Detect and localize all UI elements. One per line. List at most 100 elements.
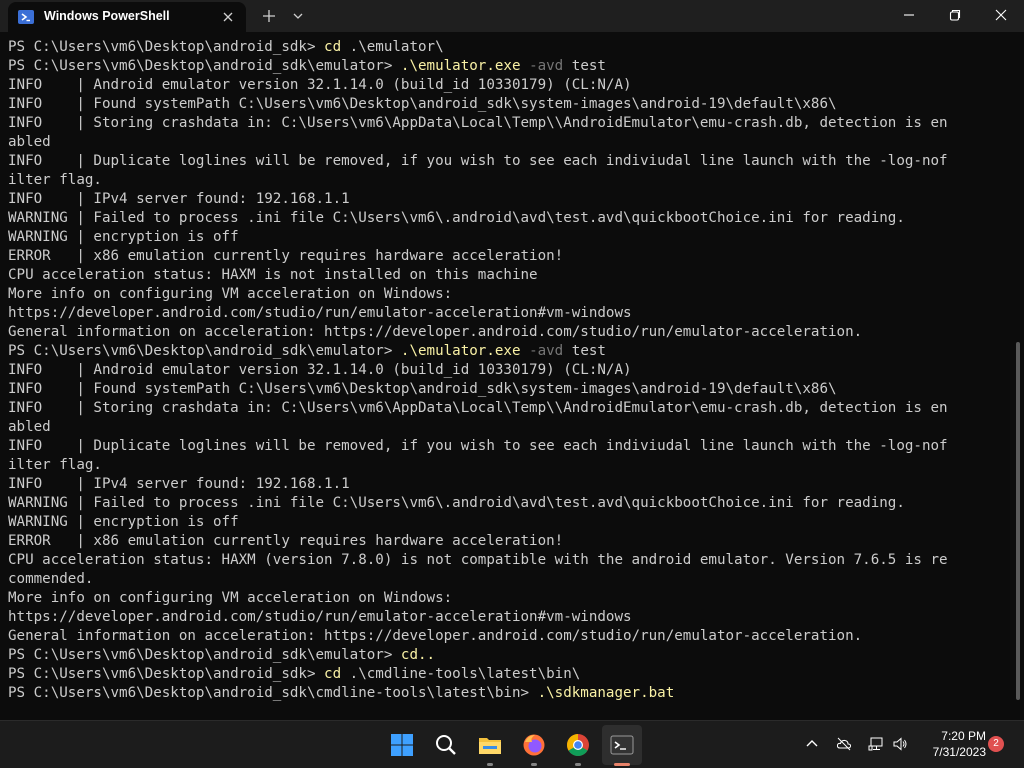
- terminal-active-indicator: [614, 763, 630, 766]
- start-button[interactable]: [382, 725, 422, 765]
- onedrive-icon[interactable]: [836, 736, 852, 752]
- output-text: General information on acceleration: htt…: [8, 628, 863, 644]
- terminal-line: INFO | IPv4 server found: 192.168.1.1: [8, 190, 350, 209]
- terminal-line: PS C:\Users\vm6\Desktop\android_sdk\emul…: [8, 57, 606, 76]
- chevron-down-icon[interactable]: [292, 10, 304, 22]
- output-text: ERROR | x86 emulation currently requires…: [8, 533, 564, 549]
- output-text: INFO | Android emulator version 32.1.14.…: [8, 362, 632, 378]
- new-tab-icon[interactable]: [262, 9, 276, 23]
- output-text: INFO | IPv4 server found: 192.168.1.1: [8, 476, 350, 492]
- parameter-text: -avd: [529, 58, 564, 74]
- output-text: ilter flag.: [8, 457, 102, 473]
- system-clock[interactable]: 7:20 PM 7/31/2023: [916, 728, 986, 760]
- chevron-up-icon[interactable]: [804, 736, 820, 752]
- command-text: cd: [324, 666, 342, 682]
- command-text: .\emulator.exe: [400, 343, 521, 359]
- output-text: PS C:\Users\vm6\Desktop\android_sdk\emul…: [8, 647, 401, 663]
- terminal-line: PS C:\Users\vm6\Desktop\android_sdk\emul…: [8, 342, 606, 361]
- terminal-line: PS C:\Users\vm6\Desktop\android_sdk\cmdl…: [8, 684, 674, 703]
- parameter-text: -avd: [529, 343, 564, 359]
- output-text: ERROR | x86 emulation currently requires…: [8, 248, 564, 264]
- terminal-line: INFO | Android emulator version 32.1.14.…: [8, 361, 632, 380]
- output-text: abled: [8, 134, 51, 150]
- terminal-line: ilter flag.: [8, 456, 102, 475]
- command-text: cd: [324, 39, 342, 55]
- output-text: INFO | Duplicate loglines will be remove…: [8, 153, 948, 169]
- terminal-line: More info on configuring VM acceleration…: [8, 589, 452, 608]
- terminal-icon: [610, 735, 634, 755]
- terminal-line: https://developer.android.com/studio/run…: [8, 304, 632, 323]
- terminal-line: https://developer.android.com/studio/run…: [8, 608, 632, 627]
- terminal-line: INFO | IPv4 server found: 192.168.1.1: [8, 475, 350, 494]
- output-text: WARNING | Failed to process .ini file C:…: [8, 495, 905, 511]
- output-text: INFO | Storing crashdata in: C:\Users\vm…: [8, 400, 948, 416]
- output-text: abled: [8, 419, 51, 435]
- output-text: commended.: [8, 571, 94, 587]
- output-text: INFO | IPv4 server found: 192.168.1.1: [8, 191, 350, 207]
- firefox-icon: [523, 734, 545, 756]
- output-text: WARNING | encryption is off: [8, 229, 239, 245]
- volume-icon[interactable]: [892, 736, 908, 752]
- terminal-line: PS C:\Users\vm6\Desktop\android_sdk> cd …: [8, 38, 444, 57]
- terminal-line: INFO | Duplicate loglines will be remove…: [8, 437, 948, 456]
- clock-time: 7:20 PM: [941, 729, 986, 743]
- output-text: .\emulator\: [341, 39, 444, 55]
- terminal-output[interactable]: PS C:\Users\vm6\Desktop\android_sdk> cd …: [0, 32, 1016, 720]
- tab-windows-powershell[interactable]: Windows PowerShell: [8, 2, 246, 32]
- terminal-line: INFO | Storing crashdata in: C:\Users\vm…: [8, 114, 948, 133]
- command-text: cd..: [400, 647, 436, 663]
- terminal-line: WARNING | encryption is off: [8, 513, 239, 532]
- terminal-line: CPU acceleration status: HAXM (version 7…: [8, 551, 948, 570]
- terminal-line: INFO | Found systemPath C:\Users\vm6\Des…: [8, 95, 837, 114]
- output-text: INFO | Duplicate loglines will be remove…: [8, 438, 948, 454]
- output-text: PS C:\Users\vm6\Desktop\android_sdk>: [8, 666, 325, 682]
- firefox-running-indicator: [531, 763, 537, 766]
- terminal-line: General information on acceleration: htt…: [8, 627, 862, 646]
- maximize-icon[interactable]: [948, 8, 962, 22]
- terminal-line: PS C:\Users\vm6\Desktop\android_sdk\emul…: [8, 646, 435, 665]
- notification-badge[interactable]: 2: [988, 736, 1004, 752]
- terminal-line: ERROR | x86 emulation currently requires…: [8, 532, 563, 551]
- chrome-icon: [567, 734, 589, 756]
- output-text: CPU acceleration status: HAXM (version 7…: [8, 552, 948, 568]
- command-text: .\emulator.exe: [400, 58, 521, 74]
- folder-icon: [479, 738, 501, 754]
- scrollbar[interactable]: [1016, 342, 1020, 700]
- windows-logo-icon: [391, 734, 413, 756]
- output-text: WARNING | Failed to process .ini file C:…: [8, 210, 905, 226]
- terminal-line: ilter flag.: [8, 171, 102, 190]
- output-text: ilter flag.: [8, 172, 102, 188]
- output-text: INFO | Android emulator version 32.1.14.…: [8, 77, 632, 93]
- close-tab-icon[interactable]: [221, 10, 235, 24]
- minimize-icon[interactable]: [902, 8, 916, 22]
- terminal-line: commended.: [8, 570, 93, 589]
- terminal-line: WARNING | Failed to process .ini file C:…: [8, 494, 905, 513]
- terminal-line: More info on configuring VM acceleration…: [8, 285, 452, 304]
- firefox-button[interactable]: [514, 725, 554, 765]
- file-explorer-button[interactable]: [470, 725, 510, 765]
- output-text: https://developer.android.com/studio/run…: [8, 609, 632, 625]
- terminal-line: PS C:\Users\vm6\Desktop\android_sdk> cd …: [8, 665, 580, 684]
- output-text: PS C:\Users\vm6\Desktop\android_sdk\emul…: [8, 343, 401, 359]
- output-text: INFO | Storing crashdata in: C:\Users\vm…: [8, 115, 948, 131]
- search-button[interactable]: [426, 725, 466, 765]
- chrome-running-indicator: [575, 763, 581, 766]
- terminal-line: abled: [8, 418, 51, 437]
- terminal-line: General information on acceleration: htt…: [8, 323, 862, 342]
- output-text: PS C:\Users\vm6\Desktop\android_sdk\emul…: [8, 58, 401, 74]
- network-icon[interactable]: [868, 736, 884, 752]
- output-text: CPU acceleration status: HAXM is not ins…: [8, 267, 538, 283]
- output-text: PS C:\Users\vm6\Desktop\android_sdk\cmdl…: [8, 685, 538, 701]
- command-text: .\sdkmanager.bat: [537, 685, 675, 701]
- file-explorer-running-indicator: [487, 763, 493, 766]
- chrome-button[interactable]: [558, 725, 598, 765]
- terminal-line: INFO | Android emulator version 32.1.14.…: [8, 76, 632, 95]
- powershell-icon: [18, 10, 34, 24]
- output-text: INFO | Found systemPath C:\Users\vm6\Des…: [8, 96, 837, 112]
- output-text: More info on configuring VM acceleration…: [8, 590, 453, 606]
- clock-date: 7/31/2023: [932, 745, 986, 759]
- close-window-icon[interactable]: [994, 8, 1008, 22]
- terminal-button[interactable]: [602, 725, 642, 765]
- title-bar: Windows PowerShell: [0, 0, 1024, 32]
